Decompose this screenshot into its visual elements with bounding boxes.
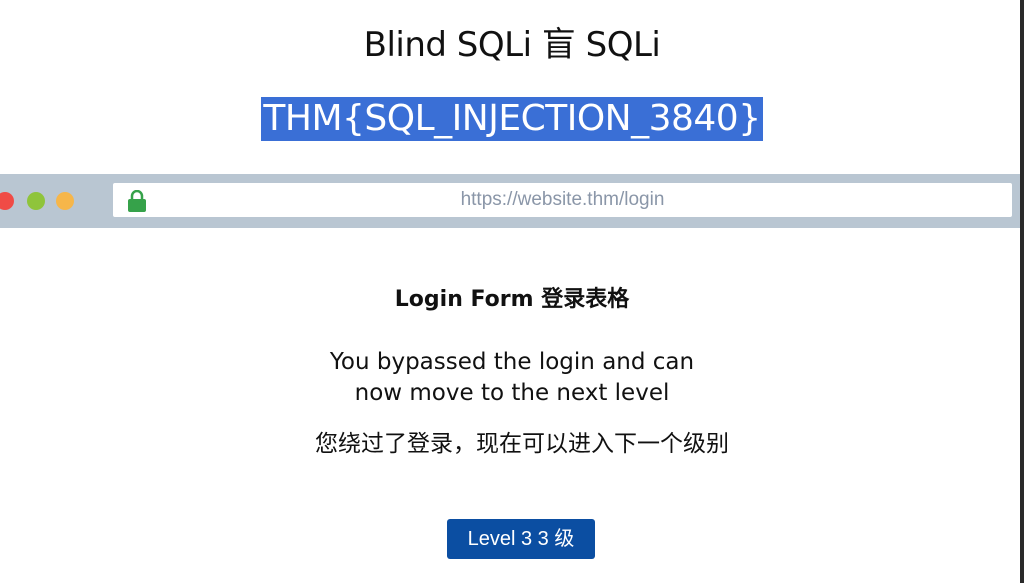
next-level-button[interactable]: Level 3 3 级 xyxy=(447,519,595,559)
maximize-window-button[interactable] xyxy=(27,192,45,210)
page: Blind SQLi 盲 SQLi THM{SQL_INJECTION_3840… xyxy=(0,0,1024,583)
url-text[interactable]: https://website.thm/login xyxy=(113,183,1012,217)
minimize-window-button[interactable] xyxy=(56,192,74,210)
success-message-zh: 您绕过了登录，现在可以进入下一个级别 xyxy=(315,431,729,457)
flag-text: THM{SQL_INJECTION_3840} xyxy=(261,97,763,141)
login-form-heading: Login Form 登录表格 xyxy=(394,287,630,312)
page-title: Blind SQLi 盲 SQLi xyxy=(363,25,661,65)
window-border xyxy=(1020,0,1024,583)
flag-container: THM{SQL_INJECTION_3840} xyxy=(0,97,1024,141)
address-bar[interactable]: https://website.thm/login xyxy=(113,183,1012,217)
success-message-en: You bypassed the login and can now move … xyxy=(329,349,695,406)
